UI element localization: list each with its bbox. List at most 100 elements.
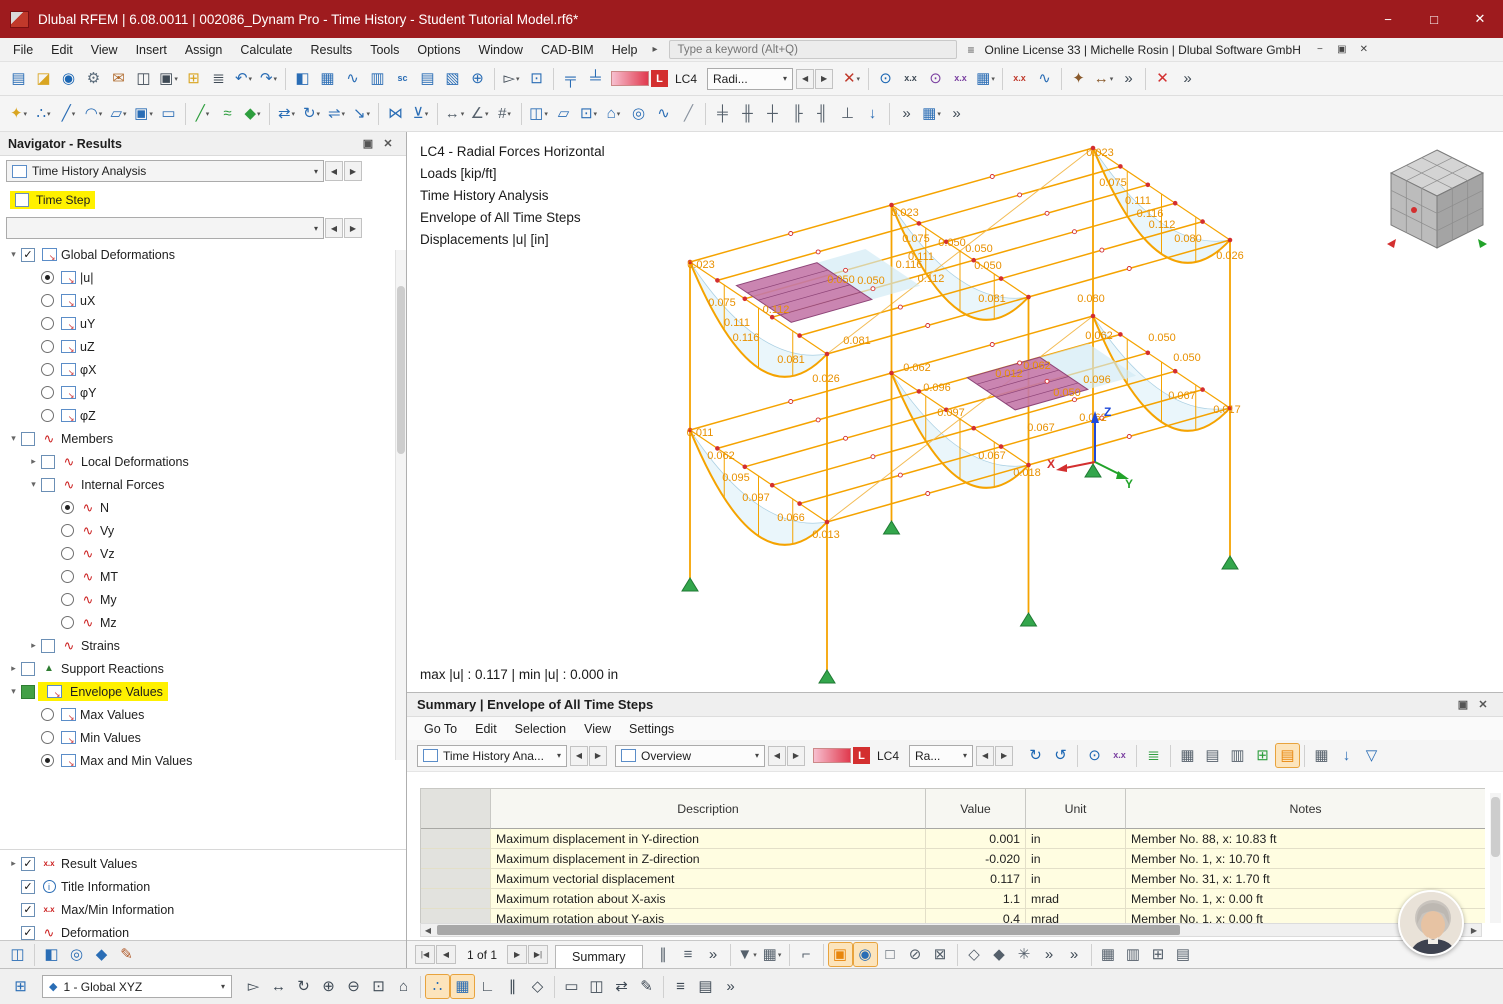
result-tables-icon[interactable]: ▤ bbox=[415, 66, 440, 91]
display-options-icon[interactable]: ≡ bbox=[668, 974, 693, 999]
diagrams-toggle-icon[interactable]: ∿ bbox=[340, 66, 365, 91]
tree-radio[interactable] bbox=[61, 570, 74, 583]
recalculate-icon[interactable]: ↺ bbox=[1048, 743, 1073, 768]
tab-overflow-1-icon[interactable]: » bbox=[701, 942, 726, 967]
previous-view-button[interactable]: ◀ bbox=[768, 745, 786, 766]
analysis-type-combo[interactable]: Time History Analysis ▾ bbox=[6, 160, 324, 182]
menu-view[interactable]: View bbox=[82, 43, 127, 57]
cell-description[interactable]: Maximum vectorial displacement bbox=[491, 869, 926, 889]
tree-item-deformation[interactable]: ✓ ∿ Deformation bbox=[0, 921, 406, 940]
cell-value[interactable]: -0.020 bbox=[926, 849, 1026, 869]
tree-item--x[interactable]: φX bbox=[0, 358, 406, 381]
cell-value[interactable]: 0.117 bbox=[926, 869, 1026, 889]
delete-rows-icon[interactable]: ⊠ bbox=[928, 942, 953, 967]
tree-radio[interactable] bbox=[41, 731, 54, 744]
values-on-members-icon[interactable]: x.x bbox=[1007, 66, 1032, 91]
cell-value[interactable]: 0.001 bbox=[926, 829, 1026, 849]
user-views-icon[interactable]: ⌂ ▾ bbox=[601, 101, 626, 126]
chevron-down-icon[interactable]: ▾ bbox=[6, 249, 21, 260]
menu-file[interactable]: File bbox=[4, 43, 42, 57]
menu-calculate[interactable]: Calculate bbox=[231, 43, 301, 57]
tree-checkbox[interactable] bbox=[21, 431, 35, 446]
maximize-button[interactable]: □ bbox=[1411, 0, 1457, 38]
walkthrough-camera-icon[interactable]: ◆ bbox=[89, 942, 114, 967]
save-model-icon[interactable]: ◫ bbox=[131, 66, 156, 91]
menu-assign[interactable]: Assign bbox=[176, 43, 232, 57]
deactivate-load-icon[interactable]: ✕ ▾ bbox=[839, 66, 864, 91]
cell-description[interactable]: Maximum displacement in Y-direction bbox=[491, 829, 926, 849]
zoom-in-icon[interactable]: ⊕ bbox=[316, 974, 341, 999]
user-avatar[interactable] bbox=[1398, 890, 1464, 956]
menu-help[interactable]: Help bbox=[603, 43, 647, 57]
star-marker-icon[interactable]: ✳ bbox=[1012, 942, 1037, 967]
insert-line-icon[interactable]: ╱ ▾ bbox=[56, 101, 81, 126]
next-view-button[interactable]: ▶ bbox=[787, 745, 805, 766]
layout-grid-icon[interactable]: ▥ bbox=[1121, 942, 1146, 967]
redo-icon[interactable]: ↷ ▾ bbox=[256, 66, 281, 91]
column-header-unit[interactable]: Unit bbox=[1026, 789, 1126, 829]
previous-table-button[interactable]: ◀ bbox=[570, 745, 588, 766]
tree-item-min-values[interactable]: Min Values bbox=[0, 726, 406, 749]
no-filter-icon[interactable]: ⊘ bbox=[903, 942, 928, 967]
section-cut-icon[interactable]: ◫ ▾ bbox=[526, 101, 551, 126]
tree-radio[interactable] bbox=[41, 754, 54, 767]
tree-item-internal-forces[interactable]: ▾ ∿ Internal Forces bbox=[0, 473, 406, 496]
tree-radio[interactable] bbox=[41, 409, 54, 422]
status-overflow-icon[interactable]: » bbox=[718, 974, 743, 999]
minimize-button[interactable]: − bbox=[1365, 0, 1411, 38]
previous-case-button[interactable]: ◀ bbox=[976, 745, 995, 766]
next-table-button[interactable]: ▶ bbox=[589, 745, 607, 766]
result-values-icon[interactable]: x.x bbox=[948, 66, 973, 91]
chevron-right-icon[interactable]: ▸ bbox=[26, 640, 41, 651]
next-load-case-button[interactable]: ▶ bbox=[815, 68, 834, 89]
first-page-button[interactable]: |◀ bbox=[415, 945, 435, 964]
online-services-icon[interactable]: ⊕ bbox=[465, 66, 490, 91]
close-button[interactable]: ✕ bbox=[1457, 0, 1503, 38]
time-step-combo[interactable]: ▾ bbox=[6, 217, 324, 239]
previous-page-button[interactable]: ◀ bbox=[436, 945, 456, 964]
menu-overflow-icon[interactable]: ▸ bbox=[646, 44, 663, 55]
download-view-icon[interactable]: ↓ bbox=[860, 101, 885, 126]
dlubal-online-icon[interactable]: ◉ bbox=[56, 66, 81, 91]
load-values-icon[interactable]: x.x bbox=[898, 66, 923, 91]
tree-item-title-information[interactable]: ✓ i Title Information bbox=[0, 875, 406, 898]
row-height-icon[interactable]: ≡ bbox=[676, 942, 701, 967]
navigator-toggle-icon[interactable]: ◧ bbox=[290, 66, 315, 91]
insert-arc-icon[interactable]: ◠ ▾ bbox=[81, 101, 106, 126]
tree-item-local-deformations[interactable]: ▸ ∿ Local Deformations bbox=[0, 450, 406, 473]
summary-table[interactable]: Description Value Unit Notes Maximum displac… bbox=[420, 788, 1485, 923]
float-panel-icon[interactable]: ▣ bbox=[358, 137, 378, 150]
result-filter-icon[interactable]: ≣ bbox=[1141, 743, 1166, 768]
tab-overflow-3-icon[interactable]: » bbox=[1062, 942, 1087, 967]
tab-summary[interactable]: Summary bbox=[555, 945, 643, 968]
panel-toggle-icon[interactable]: ▥ bbox=[365, 66, 390, 91]
close-panel-icon[interactable]: ✕ bbox=[378, 137, 398, 150]
menu-edit[interactable]: Edit bbox=[42, 43, 82, 57]
toolbar-overflow-2-icon[interactable]: » bbox=[1175, 66, 1200, 91]
tree-item-n[interactable]: ∿ N bbox=[0, 496, 406, 519]
marker-empty-icon[interactable]: ◇ bbox=[962, 942, 987, 967]
export-spreadsheet-icon[interactable]: ⊞ bbox=[1250, 743, 1275, 768]
tree-item-global-deformations[interactable]: ▾✓ Global Deformations bbox=[0, 243, 406, 266]
tree-checkbox[interactable] bbox=[41, 638, 55, 653]
cell-notes[interactable]: Member No. 1, x: 10.70 ft bbox=[1126, 849, 1485, 869]
connect-members-icon[interactable]: ⋈ bbox=[383, 101, 408, 126]
tree-radio[interactable] bbox=[41, 363, 54, 376]
summary-menu-settings[interactable]: Settings bbox=[620, 717, 683, 740]
isometry-line-icon[interactable]: ╱ bbox=[676, 101, 701, 126]
printout-report-icon[interactable]: ≣ bbox=[206, 66, 231, 91]
cell-unit[interactable]: in bbox=[1026, 829, 1126, 849]
upper-level-icon[interactable]: ╧ bbox=[583, 66, 608, 91]
corner-select-icon[interactable]: ⌐ bbox=[794, 942, 819, 967]
home-view-icon[interactable]: ⌂ bbox=[391, 974, 416, 999]
cell-description[interactable]: Maximum rotation about X-axis bbox=[491, 889, 926, 909]
table-views-icon[interactable]: ▦ ▾ bbox=[760, 942, 785, 967]
child-restore-button[interactable]: ▣ bbox=[1331, 40, 1353, 60]
result-animation-icon[interactable]: ∿ bbox=[651, 101, 676, 126]
dock-window-icon[interactable]: ⊞ bbox=[8, 974, 33, 999]
rotate-icon[interactable]: ↻ ▾ bbox=[299, 101, 324, 126]
tree-item--z[interactable]: φZ bbox=[0, 404, 406, 427]
export-grid-icon[interactable]: ▦ bbox=[1096, 942, 1121, 967]
previous-load-case-button[interactable]: ◀ bbox=[796, 68, 815, 89]
divide-member-icon[interactable]: ⊻ ▾ bbox=[408, 101, 433, 126]
